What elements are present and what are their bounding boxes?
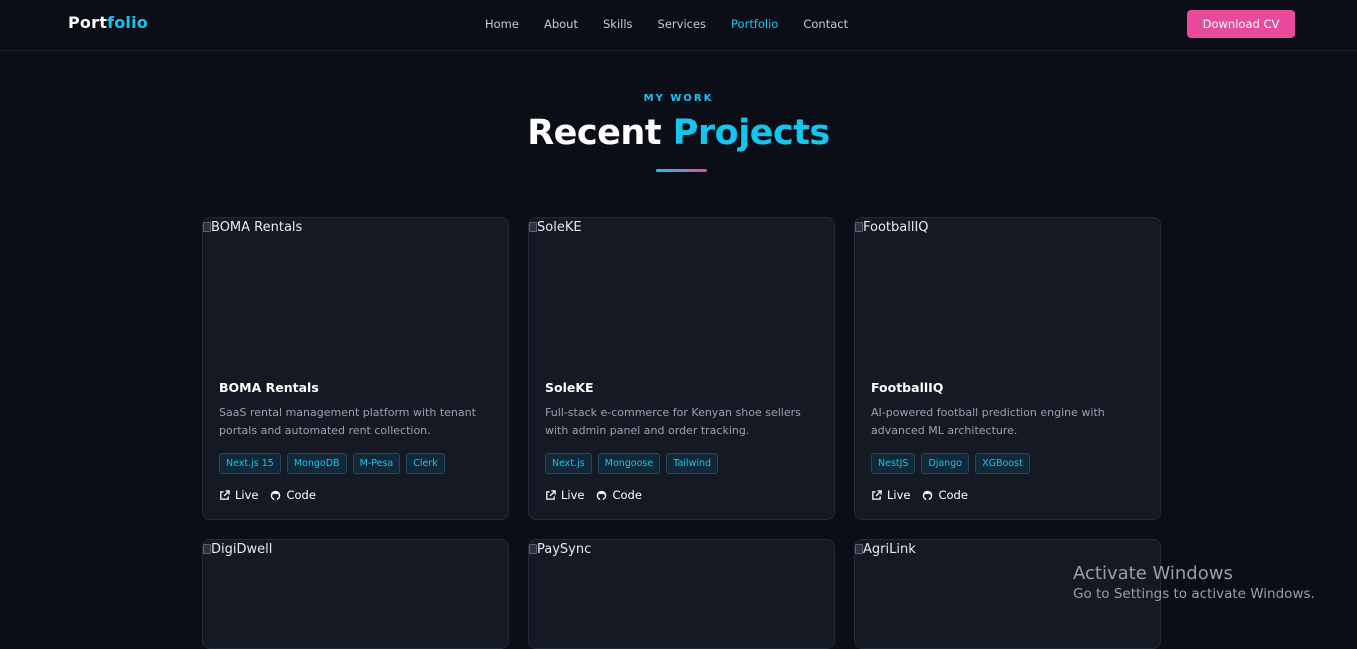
- live-link-label: Live: [887, 488, 911, 502]
- project-name: BOMA Rentals: [219, 380, 319, 395]
- project-image-boma: BOMA Rentals: [203, 220, 302, 235]
- broken-image-icon: [855, 544, 863, 554]
- watermark-subtitle: Go to Settings to activate Windows.: [1073, 586, 1315, 602]
- project-tags: NestJS Django XGBoost: [871, 453, 1030, 474]
- external-link-icon: [546, 489, 556, 500]
- code-link-label: Code: [938, 488, 968, 502]
- image-alt-text: DigiDwell: [211, 542, 273, 557]
- github-icon: [597, 490, 607, 500]
- project-image-digidwell: DigiDwell: [203, 542, 272, 557]
- project-description: Full-stack e-commerce for Kenyan shoe se…: [545, 406, 801, 437]
- project-card-soleke: SoleKE SoleKE Full-stack e-commerce for …: [528, 217, 835, 520]
- tech-tag: Next.js 15: [219, 453, 281, 474]
- nav-link-services[interactable]: Services: [658, 17, 707, 31]
- code-link[interactable]: Code: [922, 488, 968, 502]
- project-name: FootballIQ: [871, 380, 944, 395]
- windows-activation-watermark: Activate Windows Go to Settings to activ…: [1073, 563, 1315, 602]
- code-link-label: Code: [286, 488, 316, 502]
- project-image-soleke: SoleKE: [529, 220, 582, 235]
- github-icon: [923, 490, 933, 500]
- tech-tag: Tailwind: [666, 453, 719, 474]
- navbar: Portfolio Home About Skills Services Por…: [0, 0, 1357, 51]
- project-image-paysync: PaySync: [529, 542, 591, 557]
- project-tags: Next.js Mongoose Tailwind: [545, 453, 719, 474]
- nav-link-about[interactable]: About: [544, 17, 578, 31]
- title-underline: [656, 169, 707, 172]
- project-description: SaaS rental management platform with ten…: [219, 406, 476, 437]
- image-alt-text: AgriLink: [863, 542, 916, 557]
- broken-image-icon: [529, 544, 537, 554]
- project-image-agrilink: AgriLink: [855, 542, 916, 557]
- project-links: Live Code: [545, 488, 642, 502]
- section-title: Recent Projects: [0, 113, 1357, 153]
- nav-link-skills[interactable]: Skills: [603, 17, 633, 31]
- tech-tag: Mongoose: [597, 453, 661, 474]
- live-link-label: Live: [561, 488, 585, 502]
- nav-link-contact[interactable]: Contact: [803, 17, 848, 31]
- external-link-icon: [872, 489, 882, 500]
- logo-accent: folio: [107, 13, 148, 32]
- live-link[interactable]: Live: [871, 488, 910, 502]
- tech-tag: MongoDB: [286, 453, 347, 474]
- logo-main: Port: [68, 13, 108, 32]
- project-card-boma: BOMA Rentals BOMA Rentals SaaS rental ma…: [202, 217, 509, 520]
- code-link-label: Code: [612, 488, 642, 502]
- tech-tag: Next.js: [545, 453, 592, 474]
- github-icon: [271, 490, 281, 500]
- external-link-icon: [220, 489, 230, 500]
- broken-image-icon: [529, 222, 537, 232]
- project-tags: Next.js 15 MongoDB M-Pesa Clerk: [219, 453, 445, 474]
- logo[interactable]: Portfolio: [68, 13, 148, 32]
- image-alt-text: PaySync: [537, 542, 592, 557]
- nav-links: Home About Skills Services Portfolio Con…: [485, 17, 873, 31]
- project-name: SoleKE: [545, 380, 594, 395]
- tech-tag: XGBoost: [975, 453, 1030, 474]
- broken-image-icon: [203, 544, 211, 554]
- project-card-footballiq: FootballIQ FootballIQ AI-powered footbal…: [854, 217, 1161, 520]
- live-link[interactable]: Live: [545, 488, 584, 502]
- tech-tag: M-Pesa: [352, 453, 401, 474]
- watermark-title: Activate Windows: [1073, 563, 1233, 584]
- download-cv-button[interactable]: Download CV: [1187, 10, 1295, 38]
- project-links: Live Code: [219, 488, 316, 502]
- code-link[interactable]: Code: [596, 488, 642, 502]
- project-card-paysync: PaySync: [528, 539, 835, 649]
- section-title-main: Recent: [527, 113, 662, 153]
- project-card-digidwell: DigiDwell: [202, 539, 509, 649]
- nav-link-home[interactable]: Home: [485, 17, 519, 31]
- nav-link-portfolio[interactable]: Portfolio: [731, 17, 778, 31]
- section-eyebrow: MY WORK: [643, 93, 714, 104]
- live-link[interactable]: Live: [219, 488, 258, 502]
- code-link[interactable]: Code: [270, 488, 316, 502]
- project-image-footballiq: FootballIQ: [855, 220, 929, 235]
- image-alt-text: BOMA Rentals: [211, 220, 303, 235]
- tech-tag: Django: [921, 453, 970, 474]
- live-link-label: Live: [235, 488, 259, 502]
- section-title-accent: Projects: [672, 113, 831, 153]
- image-alt-text: FootballIQ: [863, 220, 929, 235]
- tech-tag: NestJS: [871, 453, 916, 474]
- image-alt-text: SoleKE: [537, 220, 582, 235]
- broken-image-icon: [855, 222, 863, 232]
- broken-image-icon: [203, 222, 211, 232]
- project-description: AI-powered football prediction engine wi…: [871, 406, 1105, 437]
- tech-tag: Clerk: [406, 453, 445, 474]
- project-links: Live Code: [871, 488, 968, 502]
